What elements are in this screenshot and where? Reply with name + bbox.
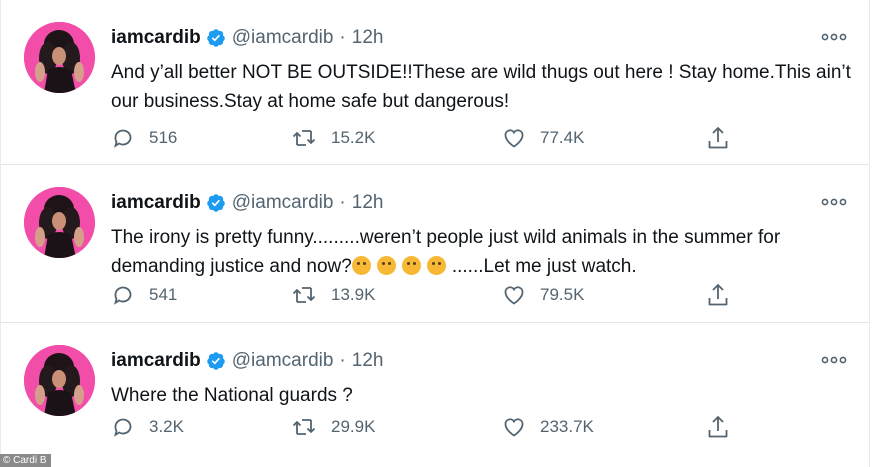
retweet-count: 15.2K xyxy=(331,128,376,147)
tweet-feed: iamcardib @iamcardib · 12h And y’all bet… xyxy=(0,0,870,467)
reply-icon xyxy=(111,415,135,439)
thinking-face-emoji xyxy=(426,256,446,275)
thinking-face-emoji xyxy=(401,256,421,275)
tweet-header: iamcardib @iamcardib · 12h xyxy=(111,348,383,374)
reply-count: 541 xyxy=(149,285,178,304)
separator: · xyxy=(339,27,346,48)
more-options-icon[interactable] xyxy=(821,30,847,44)
like-button[interactable]: 233.7K xyxy=(502,413,594,441)
share-button[interactable] xyxy=(706,124,730,152)
retweet-count: 13.9K xyxy=(331,285,376,304)
share-icon xyxy=(706,282,730,308)
avatar[interactable] xyxy=(24,345,95,416)
share-button[interactable] xyxy=(706,281,730,309)
reply-button[interactable]: 541 xyxy=(111,281,177,309)
handle[interactable]: @iamcardib xyxy=(232,27,334,49)
avatar[interactable] xyxy=(24,22,95,93)
more-options-icon[interactable] xyxy=(821,353,847,367)
more-options-icon[interactable] xyxy=(821,195,847,209)
share-icon xyxy=(706,414,730,440)
timestamp[interactable]: 12h xyxy=(352,192,384,214)
display-name[interactable]: iamcardib xyxy=(111,27,201,49)
retweet-button[interactable]: 29.9K xyxy=(291,413,375,441)
tweet-header: iamcardib @iamcardib · 12h xyxy=(111,190,383,216)
like-count: 77.4K xyxy=(540,128,585,147)
reply-count: 3.2K xyxy=(149,417,184,436)
reply-icon xyxy=(111,283,135,307)
verified-badge-icon xyxy=(206,351,226,371)
retweet-icon xyxy=(291,283,317,307)
share-button[interactable] xyxy=(706,413,730,441)
tweet-text: And y’all better NOT BE OUTSIDE!!These a… xyxy=(111,58,851,116)
retweet-button[interactable]: 13.9K xyxy=(291,281,375,309)
retweet-count: 29.9K xyxy=(331,417,376,436)
tweet-text: The irony is pretty funny.........weren’… xyxy=(111,223,851,281)
tweet-text-part: Where the National guards ? xyxy=(111,385,353,406)
tweet-header: iamcardib @iamcardib · 12h xyxy=(111,25,383,51)
separator: · xyxy=(339,350,346,371)
timestamp[interactable]: 12h xyxy=(352,350,384,372)
like-count: 79.5K xyxy=(540,285,585,304)
retweet-icon xyxy=(291,126,317,150)
like-heart-icon xyxy=(502,415,526,439)
like-heart-icon xyxy=(502,283,526,307)
tweet-text: Where the National guards ? xyxy=(111,381,851,410)
verified-badge-icon xyxy=(206,28,226,48)
like-count: 233.7K xyxy=(540,417,594,436)
retweet-icon xyxy=(291,415,317,439)
share-icon xyxy=(706,125,730,151)
handle[interactable]: @iamcardib xyxy=(232,350,334,372)
tweet-text-part: ......Let me just watch. xyxy=(451,256,637,277)
like-button[interactable]: 77.4K xyxy=(502,124,584,152)
retweet-button[interactable]: 15.2K xyxy=(291,124,375,152)
emoji-group xyxy=(351,256,452,277)
tweet-card[interactable]: iamcardib @iamcardib · 12h The irony is … xyxy=(1,165,869,323)
reply-count: 516 xyxy=(149,128,178,147)
tweet-actions: 516 15.2K 77.4K xyxy=(111,124,731,152)
reply-icon xyxy=(111,126,135,150)
reply-button[interactable]: 516 xyxy=(111,124,177,152)
tweet-text-part: And y’all better NOT BE OUTSIDE!!These a… xyxy=(111,62,851,112)
photo-credit: © Cardi B xyxy=(0,454,51,467)
handle[interactable]: @iamcardib xyxy=(232,192,334,214)
timestamp[interactable]: 12h xyxy=(352,27,384,49)
display-name[interactable]: iamcardib xyxy=(111,350,201,372)
verified-badge-icon xyxy=(206,193,226,213)
thinking-face-emoji xyxy=(351,256,371,275)
reply-button[interactable]: 3.2K xyxy=(111,413,184,441)
tweet-card[interactable]: iamcardib @iamcardib · 12h And y’all bet… xyxy=(1,0,869,165)
avatar[interactable] xyxy=(24,187,95,258)
tweet-card[interactable]: iamcardib @iamcardib · 12h Where the Nat… xyxy=(1,323,869,467)
thinking-face-emoji xyxy=(376,256,396,275)
display-name[interactable]: iamcardib xyxy=(111,192,201,214)
like-heart-icon xyxy=(502,126,526,150)
like-button[interactable]: 79.5K xyxy=(502,281,584,309)
tweet-actions: 3.2K 29.9K 233.7K xyxy=(111,413,731,441)
separator: · xyxy=(339,192,346,213)
tweet-actions: 541 13.9K 79.5K xyxy=(111,281,731,309)
